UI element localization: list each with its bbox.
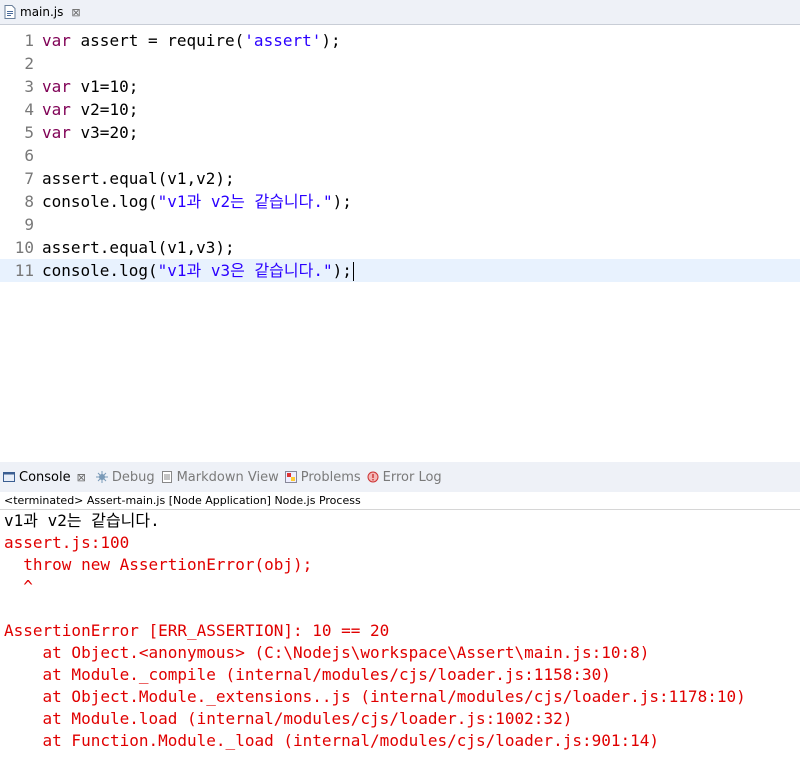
editor-tab-label: main.js [20, 5, 64, 19]
problems-icon [284, 471, 297, 483]
tab-error-log[interactable]: Error Log [364, 462, 445, 492]
line-number: 7 [24, 169, 34, 188]
console-stderr-line: at Module._compile (internal/modules/cjs… [4, 665, 611, 684]
code-line[interactable]: 10 assert.equal(v1,v3); [0, 236, 800, 259]
code-token: console.log( [42, 192, 158, 211]
code-token: v1=10; [70, 77, 139, 96]
code-token: assert.equal(v1,v3); [42, 238, 235, 257]
keyword-token: var [42, 123, 71, 142]
console-output: v1과 v2는 같습니다. assert.js:100 throw new Ass… [0, 510, 800, 765]
keyword-token: var [42, 77, 71, 96]
console-stderr-line: at Object.<anonymous> (C:\Nodejs\workspa… [4, 643, 650, 662]
console-stderr-line: assert.js:100 [4, 533, 130, 552]
tab-label: Error Log [382, 469, 442, 485]
text-caret [352, 262, 354, 281]
string-token: "v1과 v2는 같습니다." [157, 192, 333, 211]
tab-label: Console [19, 469, 71, 485]
code-text: var assert = require('assert'); [42, 29, 341, 52]
close-icon[interactable]: ⊠ [71, 6, 80, 19]
code-line[interactable]: 1 var assert = require('assert'); [0, 29, 800, 52]
tab-console[interactable]: Console ⊠ [0, 462, 93, 492]
code-token: assert.equal(v1,v2); [42, 169, 235, 188]
line-number: 2 [24, 54, 34, 73]
debug-icon [95, 471, 108, 483]
console-stderr-line: at Module.load (internal/modules/cjs/loa… [4, 709, 573, 728]
console-status: <terminated> Assert-main.js [Node Applic… [0, 492, 800, 510]
console-stderr-line: at Object.Module._extensions..js (intern… [4, 687, 746, 706]
code-line[interactable]: 11 console.log("v1과 v3은 같습니다."); [0, 259, 800, 282]
code-line[interactable]: 7 assert.equal(v1,v2); [0, 167, 800, 190]
close-icon[interactable]: ⊠ [77, 471, 86, 484]
code-token: ); [332, 192, 352, 211]
code-text: var v1=10; [42, 75, 138, 98]
line-number: 1 [24, 31, 34, 50]
code-text: var v2=10; [42, 98, 138, 121]
code-text: assert.equal(v1,v2); [42, 167, 235, 190]
tab-debug[interactable]: Debug [93, 462, 158, 492]
code-token: ); [332, 261, 352, 280]
code-line[interactable]: 6 [0, 144, 800, 167]
code-token: console.log( [42, 261, 158, 280]
console-stderr-line: AssertionError [ERR_ASSERTION]: 10 == 20 [4, 621, 390, 640]
line-number: 9 [24, 215, 34, 234]
console-stdout-line: v1과 v2는 같습니다. [4, 511, 160, 530]
line-number: 6 [24, 146, 34, 165]
editor-tab-bar: main.js ⊠ [0, 0, 800, 25]
tab-markdown-view[interactable]: Markdown View [158, 462, 282, 492]
keyword-token: var [42, 31, 71, 50]
code-text: assert.equal(v1,v3); [42, 236, 235, 259]
code-line[interactable]: 9 [0, 213, 800, 236]
code-line[interactable]: 4 var v2=10; [0, 98, 800, 121]
tab-label: Markdown View [176, 469, 279, 485]
string-token: "v1과 v3은 같습니다." [157, 261, 333, 280]
console-stderr-line: ^ [4, 577, 33, 596]
code-text: console.log("v1과 v3은 같습니다."); [42, 259, 354, 282]
code-editor[interactable]: 11 console.log("v1과 v3은 같습니다."); 10 assert.… [0, 25, 800, 437]
tab-problems[interactable]: Problems [282, 462, 364, 492]
tab-label: Debug [111, 469, 155, 485]
code-token: v2=10; [70, 100, 139, 119]
line-number: 10 [14, 238, 34, 257]
line-number: 5 [24, 123, 34, 142]
editor-tab-main-js[interactable]: main.js ⊠ [0, 0, 89, 24]
code-text: console.log("v1과 v2는 같습니다."); [42, 190, 352, 213]
code-text: var v3=20; [42, 121, 138, 144]
console-stderr-line: at Function.Module._load (internal/modul… [4, 731, 660, 750]
line-number: 4 [24, 100, 34, 119]
console-icon [3, 471, 15, 483]
code-line[interactable]: 2 [0, 52, 800, 75]
error-log-icon [367, 471, 379, 483]
code-token: v3=20; [70, 123, 139, 142]
string-token: 'assert' [244, 31, 322, 50]
code-line[interactable]: 5 var v3=20; [0, 121, 800, 144]
tab-label: Problems [300, 469, 361, 485]
line-number: 8 [24, 192, 34, 211]
markdown-icon [161, 471, 173, 483]
console-stderr-line: throw new AssertionError(obj); [4, 555, 313, 574]
keyword-token: var [42, 100, 71, 119]
line-number: 11 [14, 261, 34, 280]
line-number: 3 [24, 77, 34, 96]
code-line[interactable]: 8 console.log("v1과 v2는 같습니다."); [0, 190, 800, 213]
code-token: assert = require( [70, 31, 245, 50]
code-line[interactable]: 3 var v1=10; [0, 75, 800, 98]
code-token: ); [321, 31, 341, 50]
console-tab-bar: Console ⊠ Debug Markdown View Problems Error … [0, 462, 800, 492]
file-icon [4, 5, 16, 19]
